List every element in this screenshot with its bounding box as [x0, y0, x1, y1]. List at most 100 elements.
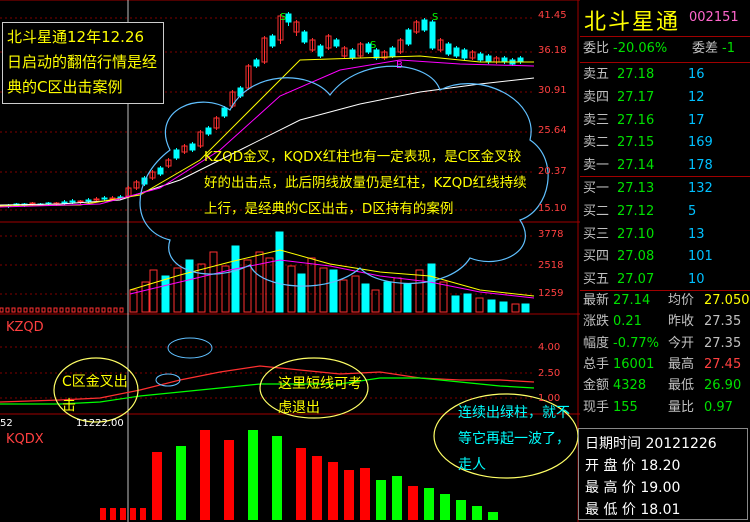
volume-bar: [77, 307, 82, 313]
volume-bar: [427, 263, 436, 313]
wei-label: 委比: [583, 41, 610, 56]
candle-body: [205, 127, 212, 135]
volume-bar: [59, 307, 64, 313]
volume-bar: [521, 303, 530, 313]
quote-value: 27.14: [613, 293, 651, 308]
quote-label-2: 均价: [668, 293, 695, 308]
volume-bar: [451, 295, 460, 313]
ask-label: 卖二: [583, 135, 610, 151]
kqdx-bar: [408, 486, 418, 520]
bid-price: 27.13: [617, 181, 655, 196]
price-axis-label: 15.10: [538, 203, 567, 214]
bid-label: 买三: [583, 226, 610, 242]
volume-axis-label: 2518: [538, 260, 564, 271]
bid-label: 买四: [583, 249, 610, 265]
candle-body: [485, 55, 492, 63]
kqdx-bar: [224, 440, 234, 520]
candle-body: [157, 167, 164, 175]
candle-body: [349, 49, 356, 59]
candle-body: [501, 57, 508, 63]
volume-bar: [23, 307, 28, 313]
ask-row: 卖二 27.15 169: [580, 132, 750, 154]
kqdx-bar: [328, 462, 338, 520]
kqdx-bar: [392, 476, 402, 520]
weicha-value: -1: [722, 41, 735, 56]
bid-price: 27.12: [617, 203, 655, 219]
sell-marker: S: [432, 12, 438, 23]
kqdx-bar: [176, 446, 186, 520]
kqdx-bar: [296, 448, 306, 520]
candle-body: [317, 45, 324, 57]
high-value: 19.00: [640, 480, 681, 496]
ask-row: 卖一 27.14 178: [580, 155, 750, 177]
quote-label: 金额: [583, 378, 610, 394]
kqdx-bar: [200, 430, 210, 520]
volume-bar: [319, 267, 328, 313]
low-value: 18.01: [640, 502, 681, 518]
kqdx-bar: [312, 456, 322, 520]
kqdx-label: KQDX: [6, 432, 44, 447]
quote-row: 总手 16001 最高 27.45: [580, 354, 750, 376]
candle-body: [93, 198, 100, 201]
stock-code: 002151: [689, 10, 739, 25]
volume-bar: [255, 251, 264, 313]
volume-bar: [265, 257, 274, 313]
quote-label: 总手: [583, 356, 610, 372]
kqdx-bar: [120, 508, 126, 520]
quote-value-2: 27.050: [704, 293, 750, 308]
volume-bar: [339, 279, 348, 313]
kqdx-bar: [456, 500, 466, 520]
kqdx-bar: [140, 508, 146, 520]
date-label: 日期时间: [585, 436, 641, 452]
bid-volume: 132: [688, 181, 713, 196]
kqdx-bar: [424, 488, 434, 520]
kqdx-bar: [130, 508, 136, 520]
kqdx-bar: [472, 506, 482, 520]
quote-label: 最新: [583, 293, 610, 308]
candle-body: [269, 35, 276, 47]
bid-volume: 5: [688, 203, 697, 219]
volume-bars: [0, 231, 535, 313]
price-axis-label: 30.91: [538, 85, 567, 96]
kqdx-bar: [248, 430, 258, 520]
ask-label: 卖五: [583, 67, 610, 82]
left-number: 52: [0, 418, 13, 429]
candle-body: [189, 143, 196, 151]
volume-bar: [439, 281, 448, 313]
bid-row: 买二 27.12 5: [580, 201, 750, 223]
ask-volume: 16: [688, 67, 705, 82]
kqdx-bar: [360, 468, 370, 520]
volume-bar: [113, 307, 118, 313]
volume-bar: [499, 301, 508, 313]
volume-bar: [463, 293, 472, 313]
ask-volume: 12: [688, 89, 705, 105]
kqdx-bars: [100, 430, 498, 520]
ask-label: 卖三: [583, 112, 610, 128]
volume-bar: [287, 265, 296, 313]
ask-price: 27.16: [617, 112, 655, 128]
quote-row: 金额 4328 最低 26.90: [580, 375, 750, 397]
volume-bar: [307, 257, 316, 313]
volume-bar: [297, 273, 306, 313]
candle-body: [221, 107, 228, 117]
ask-row: 卖五 27.18 16: [580, 64, 750, 86]
candle-body: [69, 200, 76, 203]
volume-bar: [161, 275, 170, 313]
volume-bar: [209, 251, 218, 313]
bid-label: 买二: [583, 203, 610, 219]
volume-bar: [41, 307, 46, 313]
wei-value: -20.06%: [613, 41, 668, 56]
kqdx-bar: [272, 436, 282, 520]
quote-label-2: 量比: [668, 399, 695, 415]
date-value: 20121226: [645, 436, 717, 452]
candle-body: [253, 59, 260, 67]
bid-label: 买一: [583, 181, 610, 196]
quote-value: -0.77%: [613, 335, 659, 351]
volume-axis-label: 3778: [538, 229, 564, 240]
date-info-box: 日期时间 20121226 开 盘 价 18.20 最 高 价 19.00 最 …: [578, 428, 748, 520]
note-cloud: KZQD金叉，KQDX红柱也有一定表现，是C区金叉较好的出击点，此后阴线放量仍是…: [204, 149, 527, 217]
candle-body: [477, 53, 484, 61]
quote-label: 涨跌: [583, 314, 610, 330]
candle-body: [461, 49, 468, 59]
quote-label: 现手: [583, 399, 610, 415]
